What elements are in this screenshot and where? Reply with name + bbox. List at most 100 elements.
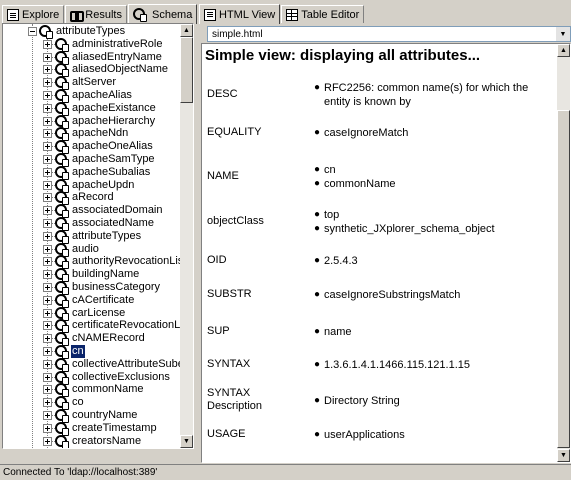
tree-item[interactable]: authorityRevocationList [55,255,181,270]
tree-item[interactable]: apacheAlias [55,89,133,103]
content-scroll-down-button[interactable]: ▼ [557,449,570,462]
expand-icon[interactable] [43,295,52,305]
content-scroll-thumb[interactable] [557,110,570,448]
schema-object-icon [55,204,69,219]
tree-item[interactable]: commonName [55,383,145,398]
tree-item[interactable]: buildingName [55,268,140,283]
tree-item[interactable]: associatedName [55,217,155,231]
bullet-icon: ● [314,395,321,406]
content-scroll-up-button[interactable]: ▲ [557,44,570,57]
expand-icon[interactable] [43,308,52,318]
tree-item[interactable]: audio [55,242,100,257]
tree-item[interactable]: collectiveAttributeSubentries [55,357,181,372]
collapse-icon[interactable] [28,27,37,36]
expand-icon[interactable] [43,244,52,254]
expand-icon[interactable] [43,155,52,164]
tree-item[interactable]: apacheOneAlias [55,140,154,155]
tree-item[interactable]: aliasedEntryName [55,50,163,65]
tree-item-label: businessCategory [72,281,161,293]
tree-item[interactable]: altServer [55,76,117,91]
tree-item[interactable]: creatorsName [55,434,142,448]
chevron-down-icon[interactable]: ▼ [556,27,570,41]
tree-scroll-up-button[interactable]: ▲ [180,24,193,37]
expand-icon[interactable] [43,270,52,280]
attribute-name: SYNTAX [207,358,251,370]
expand-icon[interactable] [43,142,52,152]
tab-table-editor[interactable]: Table Editor [281,5,365,23]
expand-icon[interactable] [43,398,52,408]
expand-icon[interactable] [43,167,52,177]
tree-item[interactable]: apacheSamType [55,153,156,167]
expand-icon[interactable] [43,52,52,62]
expand-icon[interactable] [43,321,52,331]
schema-object-icon [55,281,69,295]
expand-icon[interactable] [43,78,52,88]
tree-item[interactable]: createTimestamp [55,421,158,436]
expand-icon[interactable] [43,39,52,49]
expand-icon[interactable] [43,193,52,203]
tree-item[interactable]: co [55,396,85,411]
right-pane: HTML View Table Editor simple.html ▼ Sim… [199,0,571,464]
expand-icon[interactable] [43,334,52,344]
tree-item[interactable]: carLicense [55,306,126,321]
expand-icon[interactable] [43,423,52,433]
tree-item[interactable]: apacheExistance [55,101,157,116]
bullet-icon: ● [314,209,321,220]
expand-icon[interactable] [43,385,52,395]
tree-item[interactable]: cNAMERecord [55,332,146,347]
tree-item[interactable]: cn [55,345,85,359]
schema-object-icon [55,242,69,257]
expand-icon[interactable] [43,257,52,267]
expand-icon[interactable] [43,231,52,241]
expand-icon[interactable] [43,436,52,446]
tree-item[interactable]: apacheHierarchy [55,114,156,129]
tree-item-label: apacheAlias [72,89,132,101]
tree-item[interactable]: cACertificate [55,293,135,308]
tab-explore[interactable]: Explore [2,5,65,23]
expand-icon[interactable] [43,180,52,190]
attribute-name: SUP [207,325,230,337]
schema-object-icon [55,409,69,423]
tab-html-view[interactable]: HTML View [199,4,281,24]
tree-vertical-scrollbar[interactable]: ▲ ▼ [180,24,193,448]
expand-icon[interactable] [43,283,52,292]
tree-item[interactable]: countryName [55,409,138,423]
tab-schema[interactable]: Schema [127,4,198,24]
tree-item-label: authorityRevocationList [72,255,181,268]
expand-icon[interactable] [43,359,52,369]
expand-icon[interactable] [43,91,52,100]
expand-icon[interactable] [43,347,52,356]
tree-item-label: apacheOneAlias [72,140,153,153]
expand-icon[interactable] [43,65,52,75]
tree-item[interactable]: businessCategory [55,281,161,295]
tree-item-label: creatorsName [72,434,142,447]
tree-item[interactable]: associatedDomain [55,204,164,219]
tree-item[interactable]: certificateRevocationList [55,319,181,334]
tree-root-attributetypes[interactable]: attributeTypes [39,25,126,39]
expand-icon[interactable] [43,129,52,139]
tree-item[interactable]: administrativeRole [55,37,163,52]
tab-results[interactable]: Results [65,5,127,23]
expand-icon[interactable] [43,372,52,382]
tree-item[interactable]: attributeTypes [55,229,142,244]
tree-item[interactable]: apacheNdn [55,127,129,142]
tree-item[interactable]: apacheUpdn [55,178,135,193]
content-vertical-scrollbar[interactable]: ▲ ▼ [557,44,570,462]
tree-item-label: collectiveExclusions [72,370,170,383]
expand-icon[interactable] [43,411,52,420]
attribute-values: ● userApplications [314,428,550,442]
tree-item[interactable]: aRecord [55,191,115,206]
schema-tree[interactable]: attributeTypes administrativeRole aliasedE… [3,24,181,448]
template-select[interactable]: simple.html ▼ [207,26,571,42]
tree-item[interactable]: aliasedObjectName [55,63,169,78]
tree-scroll-down-button[interactable]: ▼ [180,435,193,448]
tree-item[interactable]: apacheSubalias [55,165,151,180]
expand-icon[interactable] [43,116,52,126]
tree-scroll-thumb[interactable] [180,37,193,103]
expand-icon[interactable] [43,206,52,216]
expand-icon[interactable] [43,219,52,228]
tab-schema-label: Schema [151,8,193,21]
tree-item[interactable]: collectiveExclusions [55,370,171,385]
expand-icon[interactable] [43,103,52,113]
schema-object-icon [55,370,69,385]
